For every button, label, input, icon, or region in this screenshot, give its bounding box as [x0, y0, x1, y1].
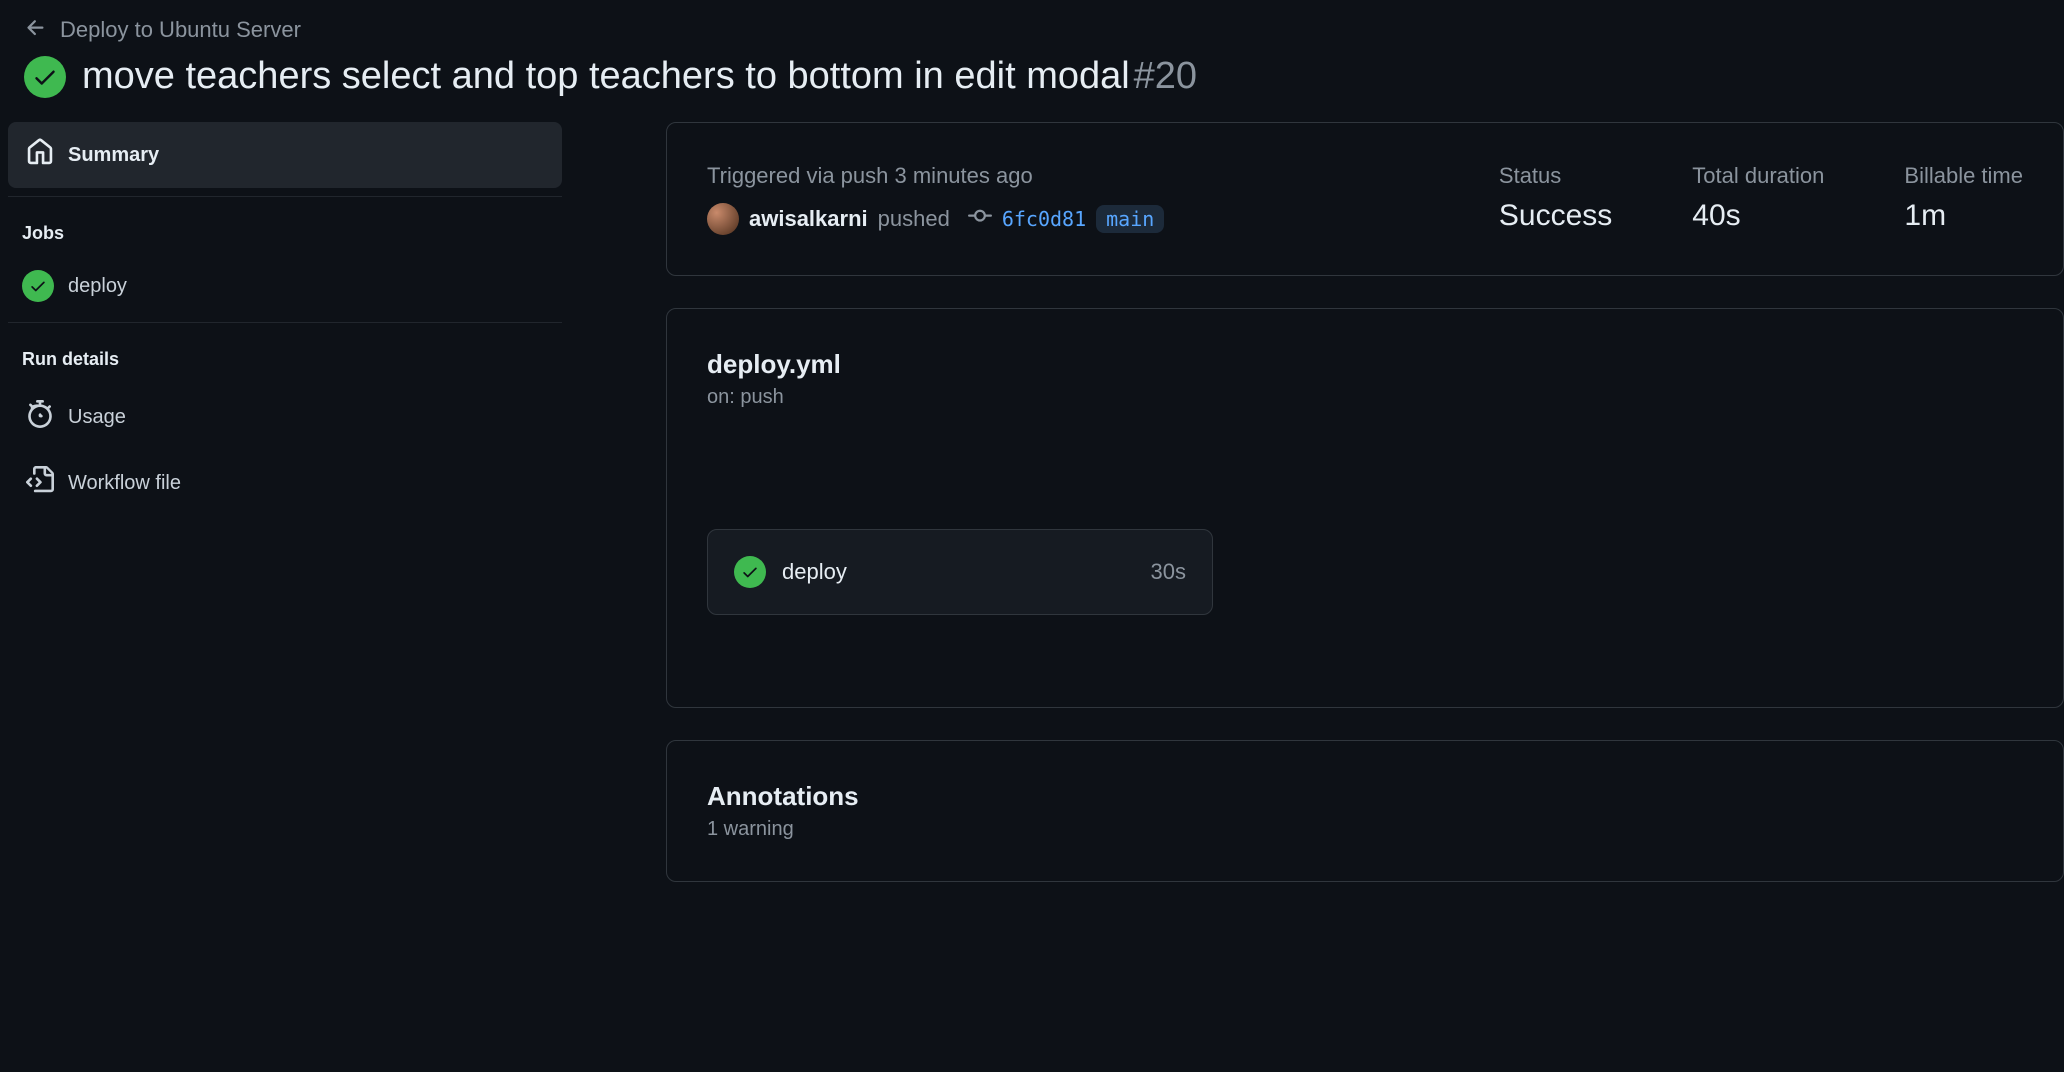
sidebar-summary[interactable]: Summary	[8, 122, 562, 188]
branch-label[interactable]: main	[1096, 205, 1164, 233]
job-duration: 30s	[1151, 559, 1186, 585]
annotations-card: Annotations 1 warning	[666, 740, 2064, 882]
workflow-file-icon	[26, 466, 54, 500]
sidebar-workflow-file-label: Workflow file	[68, 472, 181, 495]
author-link[interactable]: awisalkarni	[749, 206, 868, 232]
trigger-text: Triggered via push 3 minutes ago	[707, 163, 1419, 189]
commit-sha-link[interactable]: 6fc0d81	[1002, 207, 1086, 231]
sidebar-workflow-file[interactable]: Workflow file	[8, 450, 562, 516]
check-circle-icon	[22, 270, 54, 302]
status-label: Status	[1499, 163, 1612, 189]
workflow-title: deploy.yml	[707, 349, 2023, 380]
breadcrumb-back[interactable]: Deploy to Ubuntu Server	[24, 16, 2040, 43]
run-title: move teachers select and top teachers to…	[82, 55, 1130, 97]
action-text: pushed	[878, 206, 950, 232]
duration-value[interactable]: 40s	[1692, 199, 1824, 233]
run-title-row: move teachers select and top teachers to…	[24, 55, 2040, 98]
commit-icon	[968, 204, 992, 234]
status-success-icon	[24, 56, 66, 98]
annotations-title: Annotations	[707, 781, 2023, 812]
job-name: deploy	[782, 559, 1135, 585]
jobs-header: Jobs	[8, 205, 562, 258]
workflow-subtitle: on: push	[707, 386, 2023, 409]
sidebar-usage[interactable]: Usage	[8, 384, 562, 450]
summary-card: Triggered via push 3 minutes ago awisalk…	[666, 122, 2064, 276]
breadcrumb-text: Deploy to Ubuntu Server	[60, 17, 301, 43]
annotations-subtitle: 1 warning	[707, 818, 2023, 841]
sidebar-usage-label: Usage	[68, 406, 126, 429]
sidebar-summary-label: Summary	[68, 144, 159, 167]
sidebar-job-deploy[interactable]: deploy	[8, 258, 562, 314]
arrow-left-icon	[24, 16, 48, 43]
sidebar-job-label: deploy	[68, 275, 127, 298]
run-number: #20	[1134, 55, 1197, 97]
billable-label: Billable time	[1904, 163, 2023, 189]
billable-value[interactable]: 1m	[1904, 199, 2023, 233]
stopwatch-icon	[26, 400, 54, 434]
workflow-card: deploy.yml on: push deploy 30s	[666, 308, 2064, 708]
home-icon	[26, 138, 54, 172]
status-value: Success	[1499, 199, 1612, 233]
check-circle-icon	[734, 556, 766, 588]
duration-label: Total duration	[1692, 163, 1824, 189]
job-card-deploy[interactable]: deploy 30s	[707, 529, 1213, 615]
avatar[interactable]	[707, 203, 739, 235]
run-details-header: Run details	[8, 331, 562, 384]
